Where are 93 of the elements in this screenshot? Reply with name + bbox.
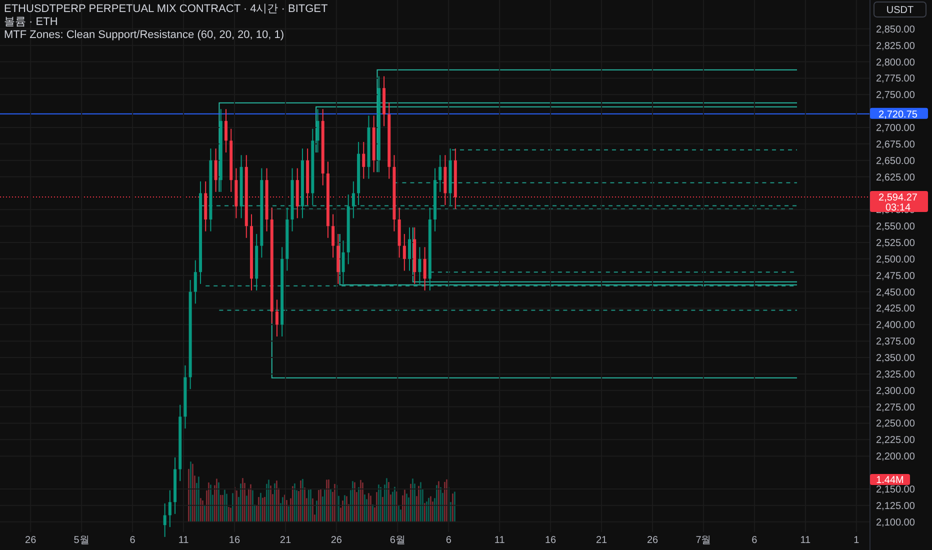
volume-tag: 1.44M <box>870 474 910 486</box>
price-axis-label: 2,250.00 <box>876 418 915 430</box>
date-axis-label: 21 <box>596 535 608 546</box>
price-axis-label: 2,100.00 <box>876 517 915 528</box>
candlestick <box>234 168 238 219</box>
price-axis-label: 2,300.00 <box>876 386 915 397</box>
candlestick <box>444 154 447 206</box>
candlestick <box>275 299 278 337</box>
candlestick <box>286 207 289 272</box>
price-axis-label: 2,700.00 <box>876 123 915 134</box>
candlestick <box>224 108 228 153</box>
date-axis-label: 16 <box>228 535 240 546</box>
candlestick <box>290 168 294 232</box>
candlestick <box>240 154 243 219</box>
price-axis-label: 2,375.00 <box>876 336 915 348</box>
candlestick <box>300 148 304 219</box>
candlestick <box>332 214 335 258</box>
candlestick <box>448 148 452 206</box>
candlestick <box>434 168 436 232</box>
price-axis-label: 2,775.00 <box>876 74 915 85</box>
price-axis-label: 2,650.00 <box>876 156 915 167</box>
price-axis-label: 2,400.00 <box>876 320 915 332</box>
candlestick <box>342 240 345 284</box>
date-axis-label: 26 <box>646 535 658 546</box>
price-axis-label: 2,150.00 <box>876 484 915 496</box>
candlestick <box>346 194 350 265</box>
date-axis-label: 6 <box>130 535 136 546</box>
candlestick <box>454 148 457 210</box>
candlestick <box>367 115 370 180</box>
date-axis-label: 26 <box>330 535 342 546</box>
candlestick <box>163 502 166 538</box>
currency-button[interactable]: USDT <box>874 2 926 18</box>
date-axis-label: 1 <box>854 535 860 546</box>
date-axis-label: 26 <box>25 535 36 546</box>
countdown-label: 03:14 <box>885 202 911 214</box>
price-axis-label: 2,200.00 <box>876 452 915 463</box>
candlestick <box>398 207 401 258</box>
candlestick <box>184 364 187 429</box>
candlestick <box>306 148 310 206</box>
price-axis-label: 2,850.00 <box>876 24 915 36</box>
price-label: 2,594.27 <box>878 192 918 204</box>
candlestick <box>168 490 172 528</box>
candlestick <box>204 180 208 232</box>
candlestick <box>382 76 386 127</box>
price-axis-label: 2,625.00 <box>876 172 915 184</box>
date-axis-label: 11 <box>494 535 505 546</box>
symbol-title: ETHUSDTPERP PERPETUAL MIX CONTRACT · 4시간 · BITGET <box>4 3 328 15</box>
price-axis-label: 2,550.00 <box>876 222 915 233</box>
date-axis-label: 7월 <box>696 535 712 546</box>
candlestick <box>352 180 355 219</box>
date-axis-label: 5월 <box>74 535 90 546</box>
price-axis-label: 2,450.00 <box>876 287 915 298</box>
candlestick <box>357 141 360 206</box>
volume-legend: 볼륨 · ETH <box>4 16 328 28</box>
price-axis-label: 2,750.00 <box>876 90 915 102</box>
date-axis-label: 11 <box>800 535 811 546</box>
candlestick <box>336 233 340 284</box>
price-axis-label: 2,425.00 <box>876 304 915 315</box>
candlestick <box>402 233 406 272</box>
date-axis-label: 21 <box>280 535 292 546</box>
price-axis-label: 2,225.00 <box>876 435 915 446</box>
candlestick <box>194 260 197 304</box>
candlestick <box>413 226 416 284</box>
candlestick <box>372 115 376 173</box>
price-axis-label: 2,325.00 <box>876 369 915 380</box>
price-axis-label: 2,525.00 <box>876 238 915 249</box>
date-axis-label: 6 <box>446 535 452 546</box>
candlestick <box>362 141 366 180</box>
candlestick <box>316 108 320 153</box>
date-axis-label: 11 <box>178 535 189 546</box>
price-axis-label: 2,475.00 <box>876 270 915 282</box>
candlestick <box>230 128 233 192</box>
candlestick <box>255 233 258 291</box>
indicator-legend: MTF Zones: Clean Support/Resistance (60, 20, 20, 10, 1) <box>4 29 328 41</box>
date-axis-label: 6월 <box>390 535 406 546</box>
candlestick <box>438 154 442 192</box>
date-axis-label: 16 <box>544 535 556 546</box>
candlestick <box>296 168 299 219</box>
price-axis-label: 2,825.00 <box>876 40 915 52</box>
candlestick <box>174 456 177 514</box>
price-axis-label: 2,275.00 <box>876 402 915 414</box>
price-axis-label: 2,500.00 <box>876 254 915 266</box>
candlestick <box>418 246 422 284</box>
price-axis-label: 2,125.00 <box>876 500 915 512</box>
candlestick <box>265 168 268 232</box>
price-axis-label: 2,675.00 <box>876 139 915 150</box>
candlestick <box>214 148 218 192</box>
price-axis-label: 2,800.00 <box>876 57 915 68</box>
candlestick <box>408 226 411 272</box>
price-axis-label: 2,350.00 <box>876 353 915 364</box>
price-label: 2,720.75 <box>878 109 918 120</box>
date-axis-label: 6 <box>752 535 758 546</box>
candlestick <box>423 246 426 291</box>
